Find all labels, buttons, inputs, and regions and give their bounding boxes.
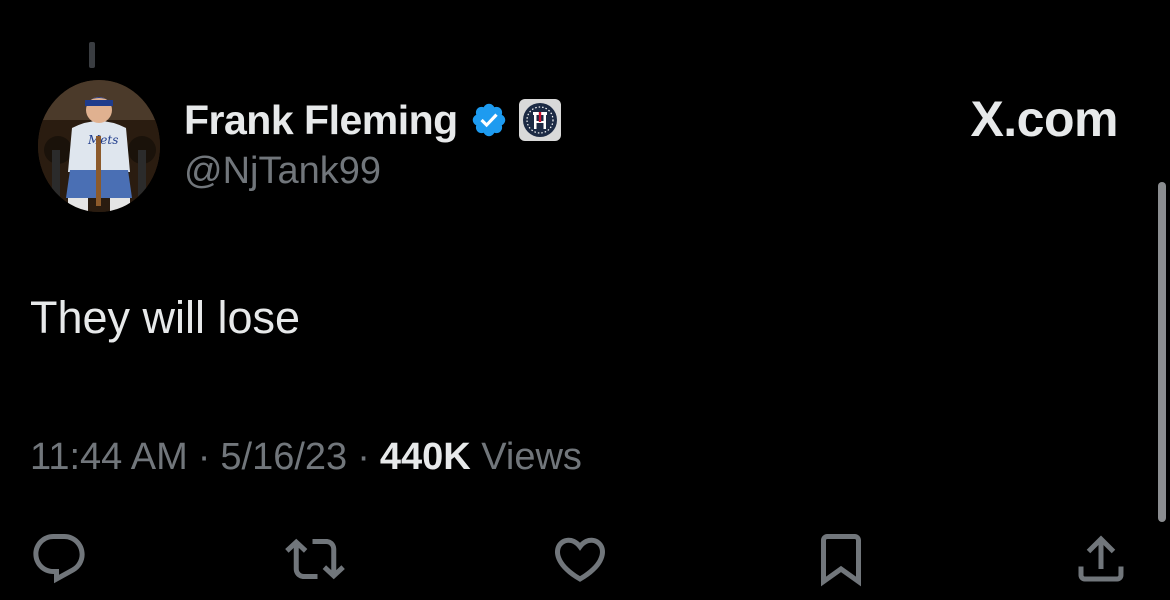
- share-button[interactable]: [1066, 524, 1136, 594]
- barstool-affiliate-icon[interactable]: [518, 98, 562, 142]
- author-handle[interactable]: @NjTank99: [184, 150, 381, 193]
- author-display-name[interactable]: Frank Fleming: [184, 97, 458, 144]
- author-name-row: Frank Fleming: [184, 94, 562, 146]
- brand-watermark: X.com: [970, 91, 1118, 147]
- meta-separator: ·: [357, 436, 370, 478]
- thread-connector-line: [89, 42, 95, 68]
- avatar[interactable]: Mets: [38, 80, 160, 212]
- reply-icon: [33, 534, 85, 584]
- like-icon: [554, 537, 606, 582]
- reply-button[interactable]: [24, 524, 94, 594]
- retweet-icon: [285, 538, 345, 580]
- share-icon: [1078, 535, 1124, 582]
- tweet-meta: 11:44 AM · 5/16/23 · 440K Views: [30, 436, 582, 479]
- bookmark-button[interactable]: [806, 524, 876, 594]
- views-label: Views: [481, 436, 582, 478]
- svg-text:Mets: Mets: [87, 133, 118, 147]
- scrollbar[interactable]: [1158, 182, 1166, 522]
- avatar-image: Mets: [38, 80, 160, 212]
- verified-check-icon[interactable]: [470, 101, 508, 139]
- tweet-action-bar: [0, 524, 1170, 594]
- tweet-date[interactable]: 5/16/23: [220, 436, 347, 479]
- views-count: 440K: [379, 436, 471, 478]
- meta-separator: ·: [197, 436, 211, 478]
- like-button[interactable]: [545, 524, 615, 594]
- retweet-button[interactable]: [280, 524, 350, 594]
- tweet-text: They will lose: [30, 292, 301, 343]
- bookmark-icon: [821, 534, 861, 587]
- tweet-time[interactable]: 11:44 AM: [30, 436, 188, 479]
